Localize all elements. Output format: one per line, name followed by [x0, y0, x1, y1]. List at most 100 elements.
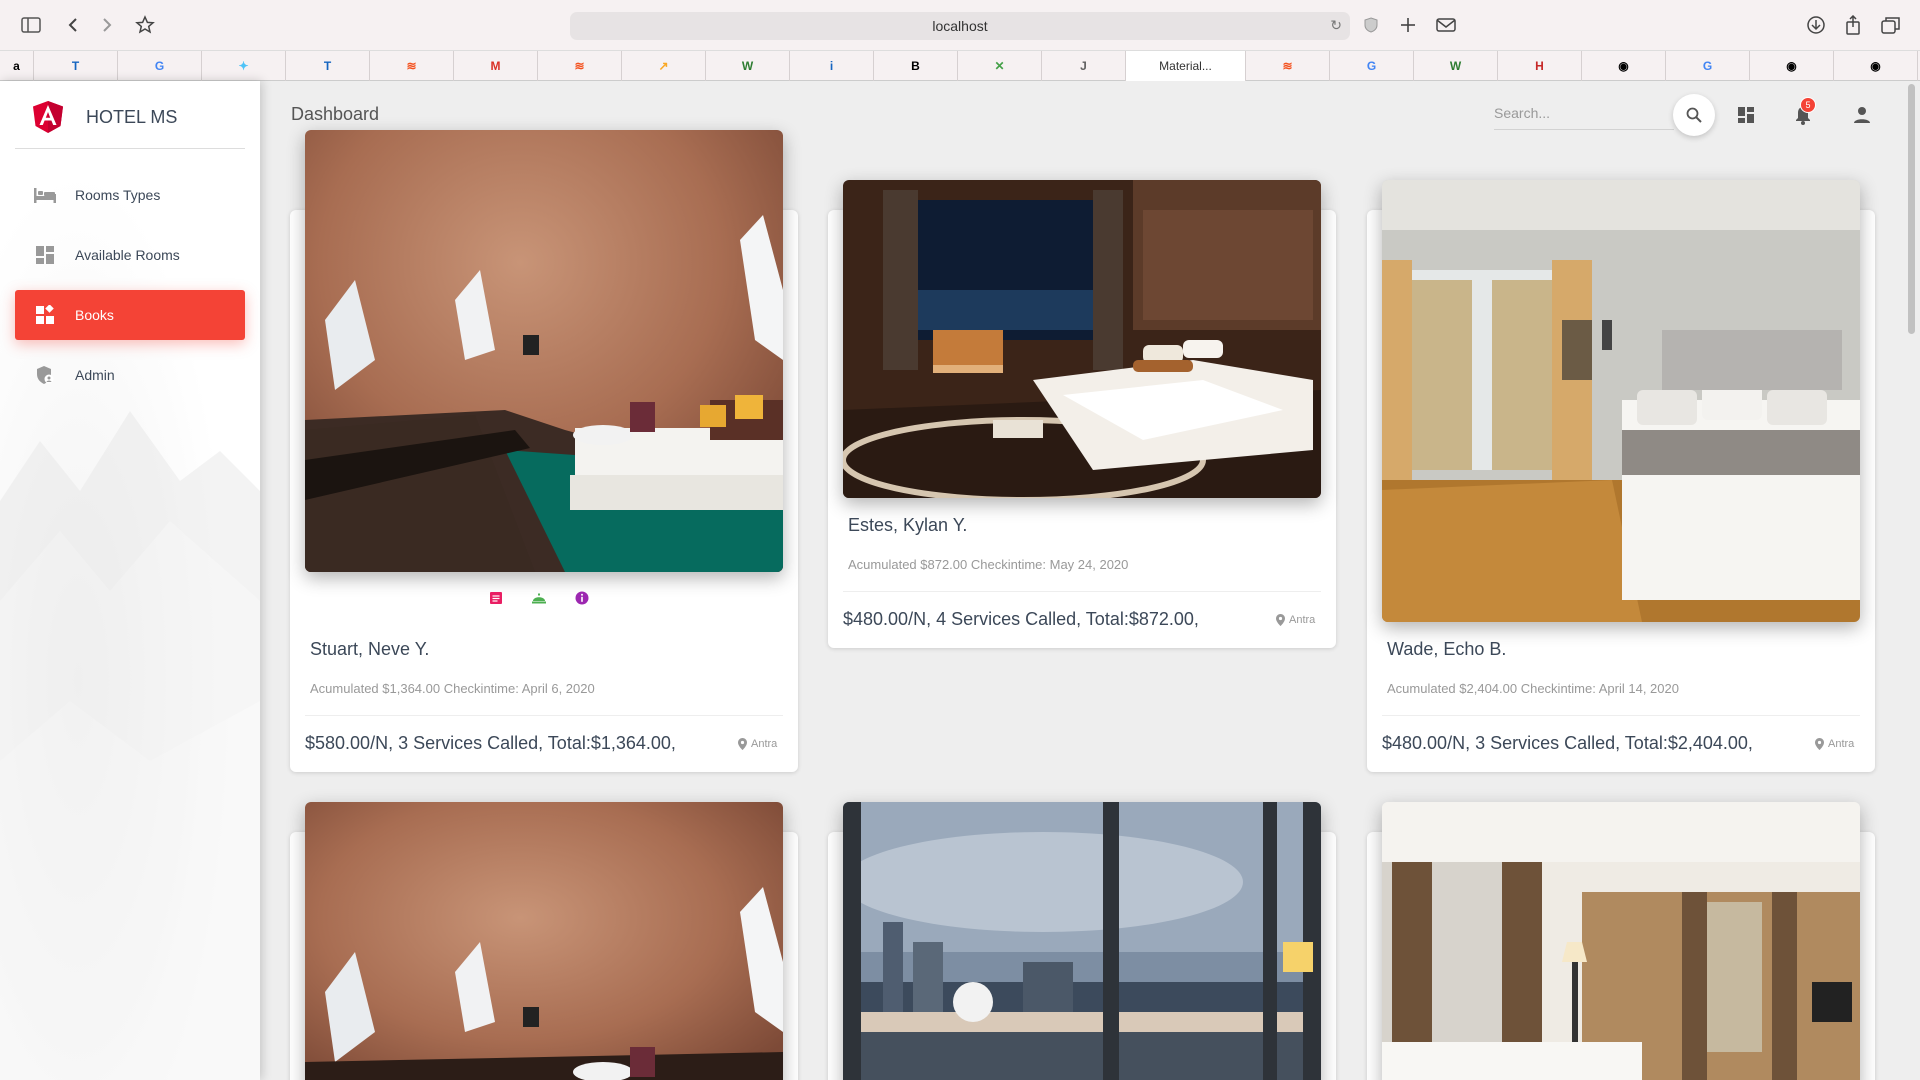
bookmark-label: M	[490, 59, 501, 73]
active-tab[interactable]: Material...	[1126, 51, 1246, 81]
room-image[interactable]	[1382, 180, 1860, 622]
bookmark-tab[interactable]: ✕	[958, 51, 1042, 81]
card-divider	[1382, 715, 1860, 716]
bookmark-tab[interactable]: ≋	[1246, 51, 1330, 81]
booking-details: Acumulated $872.00 Checkintime: May 24, …	[848, 557, 1129, 572]
person-icon	[1854, 107, 1870, 123]
bookmark-label: ◉	[1618, 59, 1629, 73]
bookmark-tab[interactable]: W	[1414, 51, 1498, 81]
place-icon	[738, 738, 747, 750]
new-tab-icon[interactable]	[1395, 12, 1421, 38]
reload-icon[interactable]: ↻	[1330, 17, 1342, 34]
bookmark-tab[interactable]: ✦	[202, 51, 286, 81]
bookmark-tab[interactable]: T	[286, 51, 370, 81]
search-button[interactable]	[1673, 94, 1715, 136]
bookmark-label: ✕	[994, 59, 1005, 73]
bookmark-tab[interactable]: H	[1498, 51, 1582, 81]
back-icon[interactable]	[60, 12, 86, 38]
bookmark-tab[interactable]: ◉	[1582, 51, 1666, 81]
dashboard-button[interactable]	[1733, 102, 1759, 128]
info-icon[interactable]	[575, 591, 589, 605]
shield-icon[interactable]	[1358, 12, 1384, 38]
mail-icon[interactable]	[1433, 12, 1459, 38]
sidebar-toggle-icon[interactable]	[18, 12, 44, 38]
bookmark-tab[interactable]: ≋	[370, 51, 454, 81]
bookmark-tab[interactable]: G	[1330, 51, 1414, 81]
room-image[interactable]	[305, 802, 783, 1080]
bookmark-label: ≋	[574, 59, 585, 73]
room-image[interactable]	[1382, 802, 1860, 1080]
booking-card	[828, 802, 1336, 1080]
bookmark-tab[interactable]: a	[0, 51, 34, 81]
bookmark-label: ≋	[1282, 59, 1293, 73]
share-icon[interactable]	[1840, 12, 1866, 38]
sidebar-item-rooms-types[interactable]: Rooms Types	[15, 170, 245, 220]
location: Antra	[1276, 614, 1315, 626]
place-icon	[1276, 614, 1285, 626]
bookmark-label: ≋	[406, 59, 417, 73]
bookmark-tab[interactable]: J	[1042, 51, 1126, 81]
bookmark-tab[interactable]: G	[118, 51, 202, 81]
bookmark-label: G	[1702, 59, 1713, 73]
bookmark-label: ◉	[1870, 59, 1881, 73]
bookmark-tab[interactable]: B	[874, 51, 958, 81]
bookmark-label: ↗	[658, 59, 669, 73]
note-icon[interactable]	[489, 591, 503, 605]
bookmark-tab[interactable]: i	[790, 51, 874, 81]
bookmark-tab[interactable]: ≋	[538, 51, 622, 81]
bookmark-tab[interactable]: ◉	[1750, 51, 1834, 81]
bookmark-label: T	[323, 59, 332, 73]
guest-name: Estes, Kylan Y.	[848, 515, 968, 535]
download-icon[interactable]	[1803, 12, 1829, 38]
sidebar-background-image	[0, 411, 260, 1080]
bookmark-label: G	[1366, 59, 1377, 73]
guest-name: Wade, Echo B.	[1387, 639, 1507, 659]
search-input[interactable]	[1494, 98, 1674, 128]
bookmark-tab[interactable]: M	[454, 51, 538, 81]
angular-logo-icon	[33, 101, 63, 133]
sidebar-item-admin[interactable]: Admin	[15, 350, 245, 400]
sidebar-item-available-rooms[interactable]: Available Rooms	[15, 230, 245, 280]
scrollbar-thumb[interactable]	[1908, 84, 1915, 334]
star-icon[interactable]	[132, 12, 158, 38]
bookmark-tab[interactable]: ◉	[1834, 51, 1918, 81]
bookmark-tab[interactable]: T	[34, 51, 118, 81]
place-icon	[1815, 738, 1824, 750]
bookmark-tab[interactable]: G	[1666, 51, 1750, 81]
bookmark-label: T	[71, 59, 80, 73]
room-image[interactable]	[843, 180, 1321, 498]
bookmark-label: J	[1080, 59, 1087, 73]
booking-card	[290, 802, 798, 1080]
booking-price: $480.00/N, 3 Services Called, Total:$2,4…	[1382, 733, 1753, 753]
booking-price: $580.00/N, 3 Services Called, Total:$1,3…	[305, 733, 676, 753]
forward-icon[interactable]	[94, 12, 120, 38]
bookmark-label: ✦	[238, 59, 249, 73]
room-image[interactable]	[305, 130, 783, 572]
bookmark-label: B	[911, 59, 920, 73]
search-icon	[1686, 107, 1702, 123]
bookmark-tab[interactable]: W	[706, 51, 790, 81]
tabs-overview-icon[interactable]	[1878, 12, 1904, 38]
booking-card: Estes, Kylan Y. Acumulated $872.00 Check…	[828, 180, 1336, 648]
bookmark-tab[interactable]: ↗	[622, 51, 706, 81]
card-divider	[305, 715, 783, 716]
url-text: localhost	[932, 18, 988, 34]
room-image[interactable]	[843, 802, 1321, 1080]
room-service-icon[interactable]	[531, 591, 547, 605]
user-menu-button[interactable]	[1849, 102, 1875, 128]
sidebar-item-books[interactable]: Books	[15, 290, 245, 340]
sidebar-item-label: Books	[75, 307, 114, 323]
bookmarks-bar: a T G ✦ T ≋ M ≋ ↗ Wi B ✕ J Material... ≋ G W H ◉ G ◉ ◉	[0, 51, 1920, 81]
sidebar-item-label: Rooms Types	[75, 187, 161, 203]
url-bar[interactable]: localhost ↻	[570, 12, 1350, 40]
page-title: Dashboard	[291, 104, 380, 124]
sidebar-item-label: Available Rooms	[75, 247, 180, 263]
booking-card: Stuart, Neve Y. Acumulated $1,364.00 Che…	[290, 130, 798, 772]
bed-icon	[33, 183, 57, 207]
brand-name: HOTEL MS	[86, 106, 178, 127]
location-label: Antra	[751, 738, 778, 750]
booking-price: $480.00/N, 4 Services Called, Total:$872…	[843, 609, 1199, 629]
brand[interactable]: HOTEL MS	[30, 99, 177, 135]
booking-card: Wade, Echo B. Acumulated $2,404.00 Check…	[1367, 180, 1875, 772]
widgets-icon	[33, 303, 57, 327]
